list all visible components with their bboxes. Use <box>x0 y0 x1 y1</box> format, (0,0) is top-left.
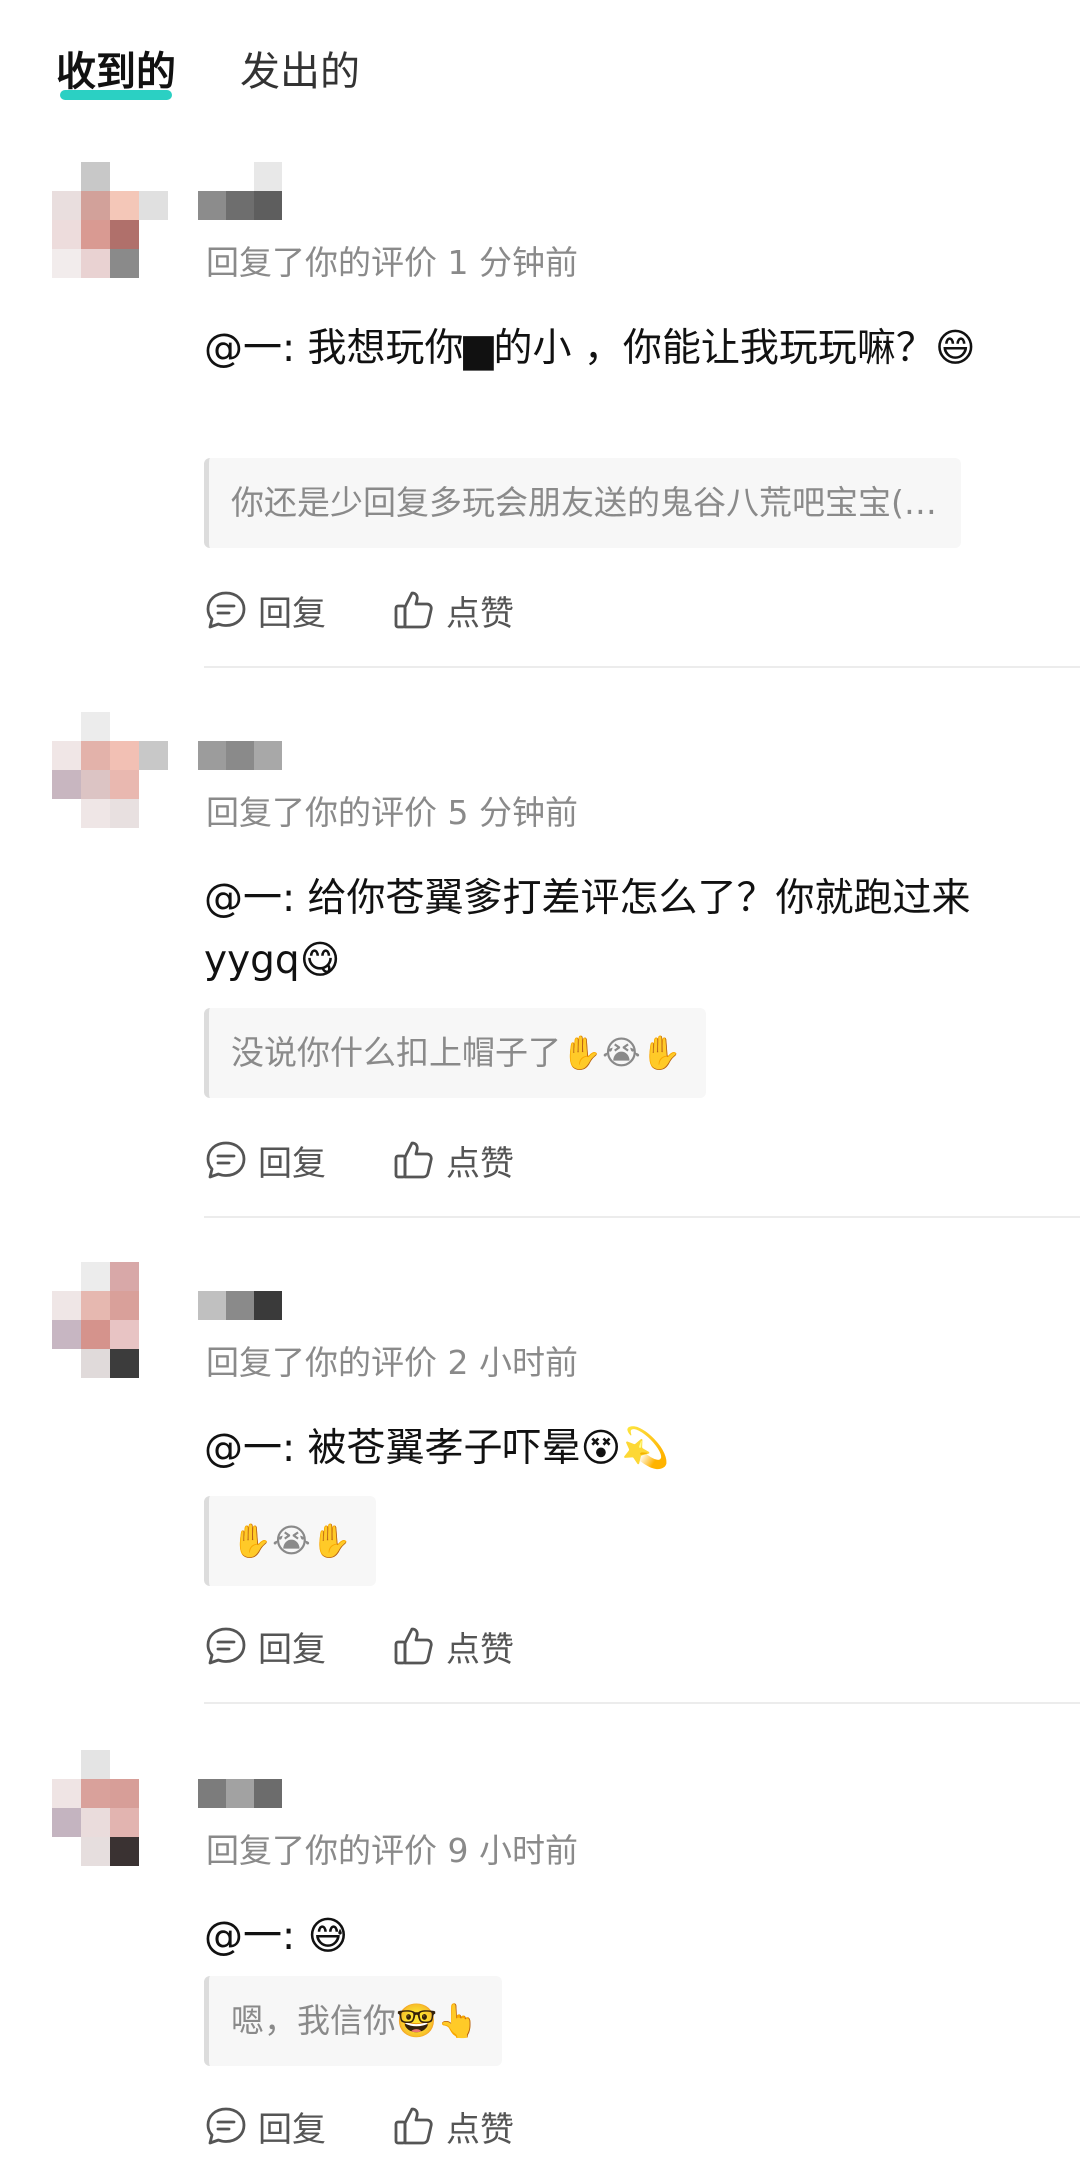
reply-button[interactable]: 回复 <box>204 1618 326 1674</box>
comment-bubble-icon <box>206 1627 246 1665</box>
comment-bubble-icon <box>206 2107 246 2145</box>
divider <box>204 666 1080 668</box>
reply-button[interactable]: 回复 <box>204 2098 326 2154</box>
comment-content[interactable]: @一: 被苍翼孝子吓晕😵💫 <box>204 1418 1034 1480</box>
quoted-review[interactable]: ✋😭✋ <box>204 1496 376 1586</box>
thumbs-up-icon <box>394 2107 433 2145</box>
reply-label: 回复 <box>258 593 326 634</box>
thumbs-up-icon <box>394 1627 433 1665</box>
action-row: 回复 点赞 <box>204 2098 804 2154</box>
avatar[interactable] <box>52 712 168 828</box>
quoted-review[interactable]: 没说你什么扣上帽子了✋😭✋ <box>204 1008 706 1098</box>
active-tab-indicator <box>60 90 172 100</box>
divider <box>204 1216 1080 1218</box>
avatar[interactable] <box>52 162 168 278</box>
avatar[interactable] <box>52 1262 168 1378</box>
like-button[interactable]: 点赞 <box>392 1132 514 1188</box>
tab-sent[interactable]: 发出的 <box>240 44 360 100</box>
action-row: 回复 点赞 <box>204 582 804 638</box>
like-label: 点赞 <box>446 1629 514 1670</box>
action-row: 回复 点赞 <box>204 1618 804 1674</box>
reply-meta: 回复了你的评价 9 小时前 <box>206 1831 578 1870</box>
reply-button[interactable]: 回复 <box>204 1132 326 1188</box>
reply-label: 回复 <box>258 1629 326 1670</box>
username[interactable] <box>198 162 282 220</box>
avatar[interactable] <box>52 1750 168 1866</box>
reply-button[interactable]: 回复 <box>204 582 326 638</box>
thumbs-up-icon <box>394 1141 433 1179</box>
comment-content[interactable]: @一: 给你苍翼爹打差评怎么了？你就跑过来yygq😋 <box>204 868 1034 992</box>
reply-label: 回复 <box>258 2109 326 2150</box>
like-label: 点赞 <box>446 2109 514 2150</box>
comment-content[interactable]: @一: 😅 <box>204 1906 1034 1968</box>
like-label: 点赞 <box>446 1143 514 1184</box>
action-row: 回复 点赞 <box>204 1132 804 1188</box>
reply-meta: 回复了你的评价 1 分钟前 <box>206 243 578 282</box>
comment-bubble-icon <box>206 1141 246 1179</box>
tab-bar: 收到的 发出的 <box>0 0 1080 130</box>
quoted-review[interactable]: 你还是少回复多玩会朋友送的鬼谷八荒吧宝宝(… <box>204 458 961 548</box>
quoted-review[interactable]: 嗯，我信你🤓👆 <box>204 1976 503 2066</box>
reply-meta: 回复了你的评价 2 小时前 <box>206 1343 578 1382</box>
like-button[interactable]: 点赞 <box>392 2098 514 2154</box>
username[interactable] <box>198 1262 282 1320</box>
like-button[interactable]: 点赞 <box>392 582 514 638</box>
username[interactable] <box>198 712 282 770</box>
like-label: 点赞 <box>446 593 514 634</box>
divider <box>204 1702 1080 1704</box>
comment-content[interactable]: @一: 我想玩你▆的小 ，你能让我玩玩嘛？😄 <box>204 318 1034 380</box>
reply-meta: 回复了你的评价 5 分钟前 <box>206 793 578 832</box>
reply-label: 回复 <box>258 1143 326 1184</box>
username[interactable] <box>198 1750 282 1808</box>
thumbs-up-icon <box>394 591 433 629</box>
comment-bubble-icon <box>206 591 246 629</box>
like-button[interactable]: 点赞 <box>392 1618 514 1674</box>
